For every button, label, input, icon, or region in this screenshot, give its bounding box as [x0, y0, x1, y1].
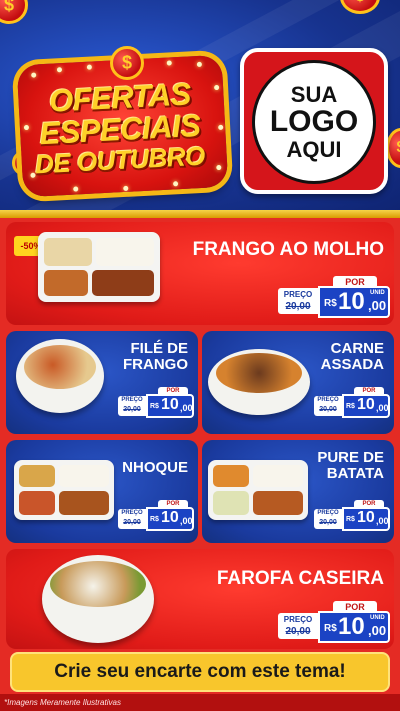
price-tag: POR PREÇO 20,00 R$ 10 ,00 — [118, 387, 194, 423]
product-card-farofa-caseira[interactable]: FAROFA CASEIRA POR PREÇO 20,00 R$ 10 UNI… — [6, 549, 394, 649]
price-tag: POR PREÇO 20,00 R$ 10 ,00 — [314, 500, 390, 536]
food-image-bowl — [208, 349, 310, 415]
product-name: NHOQUE — [122, 459, 188, 476]
header-banner: $ $ $ $ $ OFERTAS ESPECIAIS DE OUTUBRO S… — [0, 0, 400, 212]
product-name: FAROFA CASEIRA — [216, 568, 384, 589]
divider-bar — [0, 210, 400, 218]
price-tag: POR PREÇO 20,00 R$ 10 UNID ,00 — [278, 276, 390, 320]
logo-circle: SUA LOGO AQUI — [252, 60, 376, 184]
food-image-tray — [38, 232, 160, 302]
product-name: FRANGO AO MOLHO — [192, 239, 384, 260]
logo-text-3: AQUI — [286, 136, 342, 162]
logo-placeholder[interactable]: SUA LOGO AQUI — [240, 48, 388, 194]
logo-text-2: LOGO — [269, 105, 359, 139]
logo-text-1: SUA — [290, 82, 338, 108]
cta-banner[interactable]: Crie seu encarte com este tema! — [10, 652, 390, 692]
product-card-carne-assada[interactable]: CARNE ASSADA POR PREÇO 20,00 R$ 10 ,00 — [202, 331, 394, 434]
product-card-nhoque[interactable]: NHOQUE POR PREÇO 20,00 R$ 10 ,00 — [6, 440, 198, 543]
coin-icon: $ — [0, 0, 28, 24]
dollar-coin-icon: $ — [110, 46, 144, 80]
product-name: CARNE ASSADA — [320, 340, 384, 374]
product-card-pure-de-batata[interactable]: PURE DE BATATA POR PREÇO 20,00 R$ 10 ,00 — [202, 440, 394, 543]
product-name: PURE DE BATATA — [317, 449, 384, 483]
food-image-bowl — [16, 339, 104, 413]
food-image-tray — [208, 460, 308, 520]
disclaimer-text: *Imagens Meramente Ilustrativas — [4, 698, 121, 707]
food-image-bowl — [42, 555, 154, 643]
coin-icon: $ — [340, 0, 380, 14]
coin-icon: $ — [386, 128, 400, 168]
price-tag: POR PREÇO 20,00 R$ 10 ,00 — [314, 387, 390, 423]
product-card-file-de-frango[interactable]: FILÉ DE FRANGO POR PREÇO 20,00 R$ 10 ,00 — [6, 331, 198, 434]
food-image-tray — [14, 460, 114, 520]
price-tag: POR PREÇO 20,00 R$ 10 ,00 — [118, 500, 194, 536]
price-tag: POR PREÇO 20,00 R$ 10 UNID ,00 — [278, 601, 390, 645]
product-card-frango-ao-molho[interactable]: -50% FRANGO AO MOLHO POR PREÇO 20,00 R$ … — [6, 222, 394, 325]
product-name: FILÉ DE FRANGO — [123, 340, 188, 374]
